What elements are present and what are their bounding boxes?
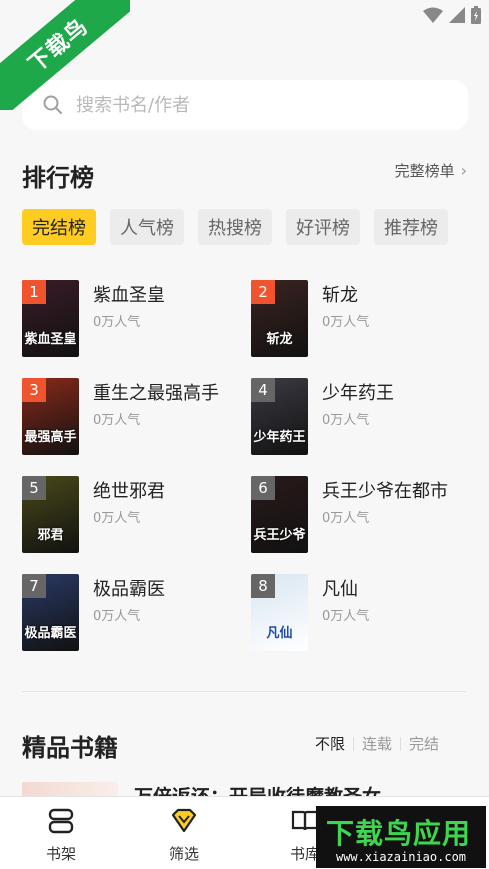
nav-label: 筛选 <box>168 845 199 863</box>
cover-title: 最强高手 <box>24 430 77 445</box>
book-title: 凡仙 <box>322 579 358 600</box>
book-title: 少年药王 <box>322 383 394 404</box>
book-cover: 2 斩龙 <box>251 280 308 357</box>
book-title: 绝世邪君 <box>93 481 165 502</box>
fine-section-title: 精品书籍 <box>22 734 118 762</box>
book-cover: 4 少年药王 <box>251 378 308 455</box>
book-title: 极品霸医 <box>93 579 165 600</box>
chevron-right-icon: › <box>460 161 467 180</box>
battery-icon <box>471 6 481 24</box>
rank-item[interactable]: 2 斩龙 斩龙 0万人气 <box>251 280 461 360</box>
book-popularity: 0万人气 <box>322 413 370 428</box>
full-rank-link[interactable]: 完整榜单 › <box>395 160 467 181</box>
corner-ribbon-watermark: 下载鸟 <box>0 0 130 110</box>
rank-badge: 2 <box>251 280 275 304</box>
corner-ribbon-text: 下载鸟 <box>24 14 94 78</box>
rank-badge: 5 <box>22 476 46 500</box>
nav-label: 书架 <box>45 845 76 863</box>
book-cover: 3 最强高手 <box>22 378 79 455</box>
nav-filter[interactable]: 筛选 <box>144 807 224 864</box>
cover-title: 兵王少爷 <box>253 528 306 543</box>
tab-completed[interactable]: 完结榜 <box>22 209 96 245</box>
tab-popular[interactable]: 人气榜 <box>110 209 184 245</box>
book-popularity: 0万人气 <box>93 315 141 330</box>
rank-item[interactable]: 3 最强高手 重生之最强高手 0万人气 <box>22 378 232 458</box>
rank-item[interactable]: 5 邪君 绝世邪君 0万人气 <box>22 476 232 556</box>
rank-item[interactable]: 7 极品霸医 极品霸医 0万人气 <box>22 574 232 654</box>
filter-serializing[interactable]: 连载 <box>354 733 400 754</box>
fine-book-item[interactable]: 万倍返还：开局收徒魔教圣女 <box>0 782 489 796</box>
rank-tabs: 完结榜 人气榜 热搜榜 好评榜 推荐榜 <box>22 209 448 245</box>
rank-badge: 6 <box>251 476 275 500</box>
book-title: 兵王少爷在都市 <box>322 481 448 502</box>
rank-badge: 1 <box>22 280 46 304</box>
tab-recommended[interactable]: 推荐榜 <box>374 209 448 245</box>
watermark-brand: 下载鸟应用 <box>326 817 472 850</box>
rank-item[interactable]: 6 兵王少爷 兵王少爷在都市 0万人气 <box>251 476 461 556</box>
book-popularity: 0万人气 <box>93 413 141 428</box>
site-watermark: 下载鸟应用 www.xiazainiao.com <box>316 806 486 868</box>
rank-item[interactable]: 8 凡仙 凡仙 0万人气 <box>251 574 461 654</box>
cover-title: 凡仙 <box>266 626 293 641</box>
book-cover: 7 极品霸医 <box>22 574 79 651</box>
cover-title: 紫血圣皇 <box>24 332 77 347</box>
wifi-icon <box>423 7 443 23</box>
tab-hot-search[interactable]: 热搜榜 <box>198 209 272 245</box>
diamond-icon <box>171 808 197 833</box>
book-popularity: 0万人气 <box>322 609 370 624</box>
book-title: 斩龙 <box>322 285 358 306</box>
cover-title: 极品霸医 <box>24 626 77 641</box>
book-popularity: 0万人气 <box>322 315 370 330</box>
rank-section-title: 排行榜 <box>22 164 94 192</box>
rank-badge: 3 <box>22 378 46 402</box>
book-cover: 6 兵王少爷 <box>251 476 308 553</box>
filter-all[interactable]: 不限 <box>307 733 353 754</box>
fine-book-title: 万倍返还：开局收徒魔教圣女 <box>134 782 381 796</box>
rank-badge: 4 <box>251 378 275 402</box>
filter-finished[interactable]: 完结 <box>401 733 447 754</box>
signal-icon <box>449 7 465 23</box>
book-cover: 8 凡仙 <box>251 574 308 651</box>
tab-top-rated[interactable]: 好评榜 <box>286 209 360 245</box>
rank-item[interactable]: 1 紫血圣皇 紫血圣皇 0万人气 <box>22 280 232 360</box>
fine-book-cover <box>22 782 118 796</box>
book-title: 重生之最强高手 <box>93 383 219 404</box>
fine-filters: 不限 连载 完结 <box>307 733 447 754</box>
book-popularity: 0万人气 <box>322 511 370 526</box>
cover-title: 邪君 <box>37 528 64 543</box>
cover-title: 斩龙 <box>266 332 293 347</box>
rank-badge: 8 <box>251 574 275 598</box>
search-input[interactable] <box>76 94 436 116</box>
rank-item[interactable]: 4 少年药王 少年药王 0万人气 <box>251 378 461 458</box>
rank-badge: 7 <box>22 574 46 598</box>
book-cover: 1 紫血圣皇 <box>22 280 79 357</box>
watermark-url: www.xiazainiao.com <box>335 850 467 864</box>
book-cover: 5 邪君 <box>22 476 79 553</box>
nav-bookshelf[interactable]: 书架 <box>21 807 101 864</box>
section-divider <box>22 691 466 692</box>
cover-title: 少年药王 <box>253 430 306 445</box>
book-popularity: 0万人气 <box>93 609 141 624</box>
full-rank-label: 完整榜单 <box>394 162 455 180</box>
book-title: 紫血圣皇 <box>93 285 165 306</box>
bookshelf-icon <box>48 808 74 834</box>
book-popularity: 0万人气 <box>93 511 141 526</box>
